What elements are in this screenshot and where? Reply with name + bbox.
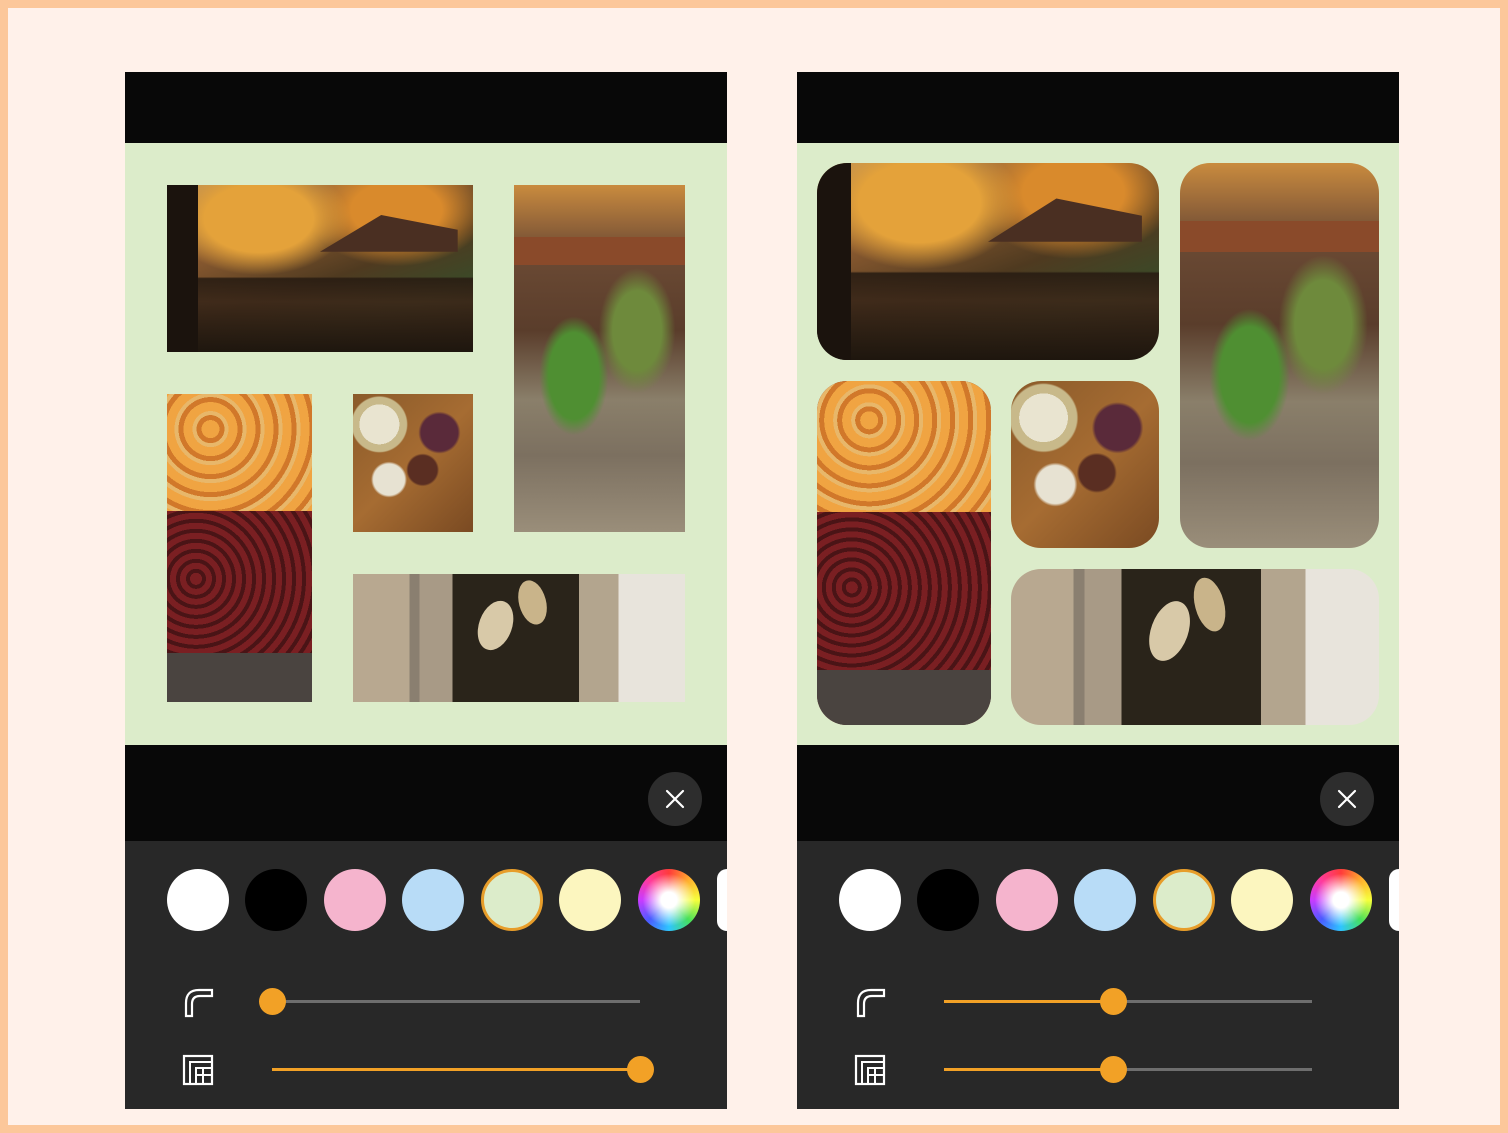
close-icon: [1337, 789, 1357, 809]
collage-canvas: [797, 143, 1399, 745]
swatch-black[interactable]: [917, 869, 979, 931]
spacing-thumb[interactable]: [627, 1056, 654, 1083]
corner-radius-icon: [184, 988, 214, 1018]
spacing-track[interactable]: [944, 1056, 1312, 1083]
photo-stones[interactable]: [1011, 569, 1379, 725]
spacing-icon: [182, 1054, 214, 1086]
style-panel: [797, 841, 1399, 1109]
swatch-blue[interactable]: [1074, 869, 1136, 931]
corner-radius-fill: [944, 1000, 1114, 1003]
spacing-fill: [944, 1068, 1114, 1071]
swatch-green-selected[interactable]: [1153, 869, 1215, 931]
photo-garden[interactable]: [514, 185, 685, 532]
corner-radius-track[interactable]: [944, 988, 1312, 1015]
photo-pavilion[interactable]: [817, 163, 1159, 360]
photo-berries[interactable]: [817, 381, 991, 725]
spacing-fill: [272, 1068, 640, 1071]
swatch-green-selected[interactable]: [481, 869, 543, 931]
spacing-thumb[interactable]: [1100, 1056, 1128, 1083]
close-bar: [797, 745, 1399, 841]
style-panel: [125, 841, 727, 1109]
photo-tea[interactable]: [353, 394, 473, 532]
photo-garden[interactable]: [1180, 163, 1379, 548]
swatch-pink[interactable]: [324, 869, 386, 931]
corner-radius-track[interactable]: [259, 988, 640, 1015]
close-bar: [125, 745, 727, 841]
swatch-yellow[interactable]: [1231, 869, 1293, 931]
swatch-black[interactable]: [245, 869, 307, 931]
spacing-slider-row: [797, 1049, 1399, 1089]
close-icon: [665, 789, 685, 809]
swatch-white-partial[interactable]: [1389, 869, 1399, 931]
photo-berries[interactable]: [167, 394, 312, 702]
corner-radius-slider-row: [797, 981, 1399, 1021]
collage-canvas: [125, 143, 727, 745]
spacing-track[interactable]: [272, 1056, 654, 1083]
swatch-multicolor[interactable]: [638, 869, 700, 931]
swatch-white-partial[interactable]: [717, 869, 727, 931]
swatch-multicolor[interactable]: [1310, 869, 1372, 931]
close-button[interactable]: [1320, 772, 1374, 826]
photo-tea[interactable]: [1011, 381, 1159, 548]
swatch-yellow[interactable]: [559, 869, 621, 931]
swatch-white[interactable]: [839, 869, 901, 931]
photo-pavilion[interactable]: [167, 185, 473, 352]
spacing-slider-row: [125, 1049, 727, 1089]
comparison-frame: [0, 0, 1508, 1133]
corner-radius-thumb[interactable]: [1100, 988, 1128, 1015]
corner-radius-thumb[interactable]: [259, 988, 286, 1015]
close-button[interactable]: [648, 772, 702, 826]
spacing-icon: [854, 1054, 886, 1086]
swatch-white[interactable]: [167, 869, 229, 931]
collage-editor-right: [797, 72, 1399, 1109]
swatch-pink[interactable]: [996, 869, 1058, 931]
corner-radius-icon: [856, 988, 886, 1018]
swatch-blue[interactable]: [402, 869, 464, 931]
collage-editor-left: [125, 72, 727, 1109]
photo-stones[interactable]: [353, 574, 685, 702]
corner-radius-slider-row: [125, 981, 727, 1021]
